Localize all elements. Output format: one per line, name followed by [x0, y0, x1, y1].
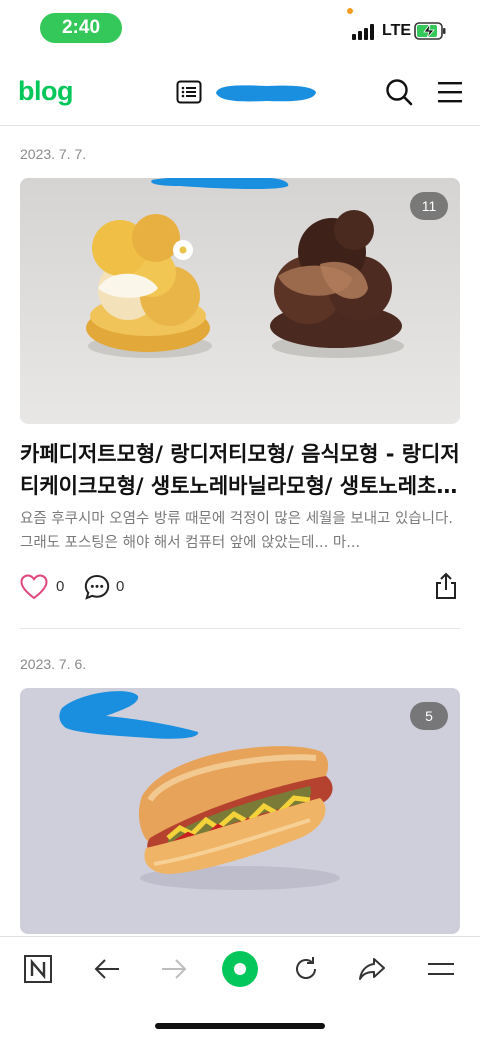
- forward-arrow-icon: [162, 959, 187, 979]
- post-date: 2023. 7. 7.: [20, 146, 87, 162]
- list-icon[interactable]: [176, 80, 202, 104]
- search-icon[interactable]: [385, 78, 413, 106]
- forward-button[interactable]: [154, 949, 194, 989]
- post-thumbnail[interactable]: 5: [20, 688, 460, 934]
- browser-toolbar: [0, 936, 480, 1038]
- share-icon[interactable]: [434, 572, 458, 600]
- back-button[interactable]: [87, 949, 127, 989]
- heart-icon[interactable]: [20, 574, 48, 600]
- comment-bubble-icon[interactable]: [84, 574, 110, 600]
- status-time: 2:40: [40, 13, 122, 43]
- home-indicator[interactable]: [155, 1023, 325, 1029]
- back-arrow-icon: [94, 959, 119, 979]
- comment-count: 0: [116, 578, 125, 595]
- photo-count-badge: 5: [410, 702, 448, 730]
- post-date: 2023. 7. 6.: [20, 656, 87, 672]
- post-excerpt[interactable]: 요즘 후쿠시마 오염수 방류 때문에 걱정이 많은 세월을 보내고 있습니다. …: [20, 507, 460, 555]
- signal-icon: [352, 24, 376, 40]
- post-actions: 0 0: [20, 572, 460, 604]
- hotdog-model-photo: [20, 688, 460, 934]
- cake-models-photo: [20, 178, 460, 424]
- blog-name-redaction[interactable]: [212, 80, 318, 106]
- refresh-icon: [296, 957, 316, 979]
- blog-logo[interactable]: blog: [18, 76, 73, 107]
- like-count: 0: [56, 578, 65, 595]
- network-label: LTE: [382, 22, 412, 39]
- privacy-indicator-dot: [347, 8, 353, 14]
- status-bar: 2:40 LTE: [0, 0, 480, 56]
- post-divider: [20, 628, 460, 629]
- naver-home-button[interactable]: [18, 949, 58, 989]
- share-arrow-icon: [359, 958, 385, 980]
- post-thumbnail[interactable]: 11: [20, 178, 460, 424]
- photo-count-badge: 11: [410, 192, 448, 220]
- toolbar-menu-button[interactable]: [421, 949, 461, 989]
- share-page-button[interactable]: [352, 949, 392, 989]
- app-header: blog: [0, 62, 480, 126]
- battery-charging-icon: [414, 22, 446, 40]
- menu-icon: [428, 963, 454, 975]
- green-dot-icon: [222, 951, 258, 987]
- menu-icon[interactable]: [437, 80, 463, 104]
- naver-home-icon: [24, 955, 52, 983]
- refresh-button[interactable]: [286, 949, 326, 989]
- green-dot-button[interactable]: [220, 949, 260, 989]
- post-title[interactable]: 카페디저트모형/ 랑디저티모형/ 음식모형 - 랑디저티케이크모형/ 생토노레바…: [20, 438, 460, 502]
